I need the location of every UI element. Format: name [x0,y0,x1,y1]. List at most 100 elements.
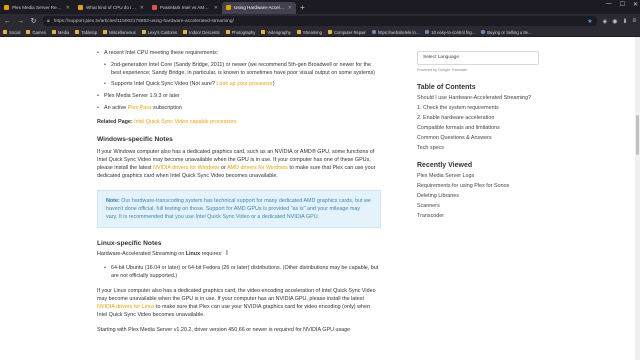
article-body: A recent Intel CPU meeting these require… [97,37,381,334]
toc-item-enable-acceleration[interactable]: 2. Enable hardware acceleration [417,113,539,123]
bookmark-label: Social [9,29,21,35]
close-window-icon[interactable]: ✕ [633,1,638,8]
tab-title: Using Hardware-Accelerated St... [234,5,285,10]
windows-notes-paragraph: If your Windows computer also has a dedi… [97,148,381,180]
passmark-favicon-icon [152,5,157,10]
linux-notes-heading: Linux-specific Notes [97,240,162,247]
new-tab-button[interactable]: + [300,3,305,12]
maximize-icon[interactable]: ☐ [620,1,625,8]
list-item: A recent Intel CPU meeting these require… [97,49,381,88]
bookmark-computer-repair[interactable]: Computer Repair [327,29,366,35]
bookmark-media[interactable]: Media [51,29,70,35]
nvidia-linux-drivers-link[interactable]: NVIDIA drivers for Linux [97,304,155,310]
toc-item-check-requirements[interactable]: 1. Check the system requirements [417,103,539,113]
reload-icon[interactable]: ↻ [30,17,37,25]
extension-icon[interactable]: ◉ [612,18,617,25]
bookmark-tabletop[interactable]: Tabletop [75,30,97,35]
folder-icon [3,30,7,34]
bookmark-indoor-descents[interactable]: Indoor Descents [183,30,220,35]
recent-item-deleting-libraries[interactable]: Deleting Libraries [417,191,539,201]
related-page: Related Page: Intel Quick Sync Video cap… [97,118,381,126]
quick-sync-processors-link[interactable]: Intel Quick Sync Video capable processor… [134,119,236,125]
language-select[interactable]: Select Language [417,51,539,65]
look-up-processor-link[interactable]: Look up your processor [216,81,272,87]
windows-or: or [219,165,228,171]
folder-icon [75,30,80,34]
url-text[interactable]: https://support.plex.tv/articles/1150021… [54,19,234,24]
back-icon[interactable]: ← [4,18,11,25]
paren-close: ) [272,81,275,87]
related-page-label: Related Page: [97,119,133,125]
list-item: Plex Media Server 1.9.3 or later [97,92,381,100]
close-icon[interactable]: ✕ [214,5,218,11]
pocket-icon[interactable]: ◈ [603,18,608,25]
linux-distro-requirement: 64-bit Ubuntu (16.04 or later) or 64-bit… [111,265,379,279]
address-bar[interactable]: 🔒︎ https://support.plex.tv/articles/1150… [43,16,597,26]
language-select-value: Select Language [423,55,460,60]
bookmark-label: Buying or Selling a Ite... [487,29,532,35]
recent-item-transcoder[interactable]: Transcoder [417,211,539,221]
windows-notes-heading: Windows-specific Notes [97,136,173,143]
close-icon[interactable]: ✕ [140,5,144,11]
bookmark-fridge[interactable]: 10 easy-to-control frig... [425,30,475,35]
tab-passmark[interactable]: PassMark Intel vs AMD CPU Be... ✕ [148,2,222,14]
requirement-pass-suffix: subscription [151,105,182,111]
tab-cpu-question[interactable]: What kind of CPU do I need for... ✕ [74,2,148,14]
bookmark-streaming[interactable]: Streaming [296,29,322,35]
menu-icon[interactable]: ≡ [632,18,636,25]
recent-item-sonos[interactable]: Requirements for using Plex for Sonos [417,181,539,191]
toc-item-common-questions[interactable]: Common Questions & Answers [417,133,539,143]
bookmark-label: Media [57,29,70,35]
toc-item-formats-limitations[interactable]: Compatible formats and limitations [417,123,539,133]
toc-heading: Table of Contents [417,84,476,91]
bookmark-label: Miscellaneous [109,29,136,35]
bookmark-games[interactable]: Games [26,30,46,35]
lock-icon[interactable]: 🔒︎ [47,18,50,24]
note-text: Our hardware-transcoding system has tech… [106,198,371,220]
toc-item-should-use[interactable]: Should I use Hardware-Accelerated Stream… [417,93,539,103]
bookmark-lexys-customs[interactable]: Lexy's Customs [141,29,178,35]
bookmark-photography[interactable]: Photography [225,29,256,35]
bookmark-miscellaneous[interactable]: Miscellaneous [103,30,136,35]
requirement-quick-sync: Supports Intel Quick Sync Video (Not sur… [111,81,217,87]
bookmark-label: 10 easy-to-control frig... [431,29,476,35]
bookmark-star-icon[interactable]: ★ [587,18,592,25]
bookmark-buying-selling[interactable]: Buying or Selling a Ite... [481,29,532,35]
tab-title: Plex Media Server Requirements [12,5,63,10]
linux-req-bold: Linux [185,251,201,257]
scrollbar-thumb[interactable] [636,115,639,155]
google-translate-credit: Powered by Google Translate [417,68,468,72]
close-icon[interactable]: ✕ [66,5,70,11]
bookmark-social[interactable]: Social [3,30,20,35]
linux-req-prefix: Hardware-Accelerated Streaming on [97,251,186,257]
bookmark-label: Streaming [302,29,322,35]
downloads-icon[interactable]: ⬇ [622,18,627,25]
nvidia-windows-drivers-link[interactable]: NVIDIA drivers for Windows [153,165,220,171]
bookmark-label: Games [32,29,46,35]
recent-item-scanners[interactable]: Scanners [417,201,539,211]
toc-item-tech-specs[interactable]: Tech specs [417,143,539,153]
minimize-icon[interactable]: — [606,1,612,8]
bookmark-videography[interactable]: Videography [261,30,291,35]
forward-icon[interactable]: → [17,18,24,25]
nav-toolbar: ← → ↻ 🔒︎ https://support.plex.tv/article… [0,14,640,28]
linux-req-suffix: requires: [200,251,223,257]
folder-icon [225,30,230,34]
plex-pass-link[interactable]: Plex Pass [128,105,152,111]
bookmark-website[interactable]: https://websitetele.lo... [371,30,419,35]
bookmark-label: Lexy's Customs [147,29,178,35]
requirements-sublist: 2nd-generation Intel Core (Sandy Bridge,… [104,61,381,88]
recent-item-server-logs[interactable]: Plex Media Server Logs [417,171,539,181]
folder-icon [261,30,266,34]
bookmark-label: Computer Repair [333,29,366,35]
tab-plex-requirements[interactable]: Plex Media Server Requirements ✕ [0,2,74,14]
page-scrollbar[interactable] [635,37,640,360]
bookmark-label: Photography [231,29,256,35]
requirements-list: A recent Intel CPU meeting these require… [97,49,381,112]
folder-icon [26,30,31,34]
tab-strip: Plex Media Server Requirements ✕ What ki… [0,0,640,14]
amd-windows-drivers-link[interactable]: AMD drivers for Windows [227,165,288,171]
tab-hardware-accelerated[interactable]: Using Hardware-Accelerated St... ✕ [222,1,296,14]
close-icon[interactable]: ✕ [288,5,292,11]
bookmark-label: Tabletop [81,29,98,35]
